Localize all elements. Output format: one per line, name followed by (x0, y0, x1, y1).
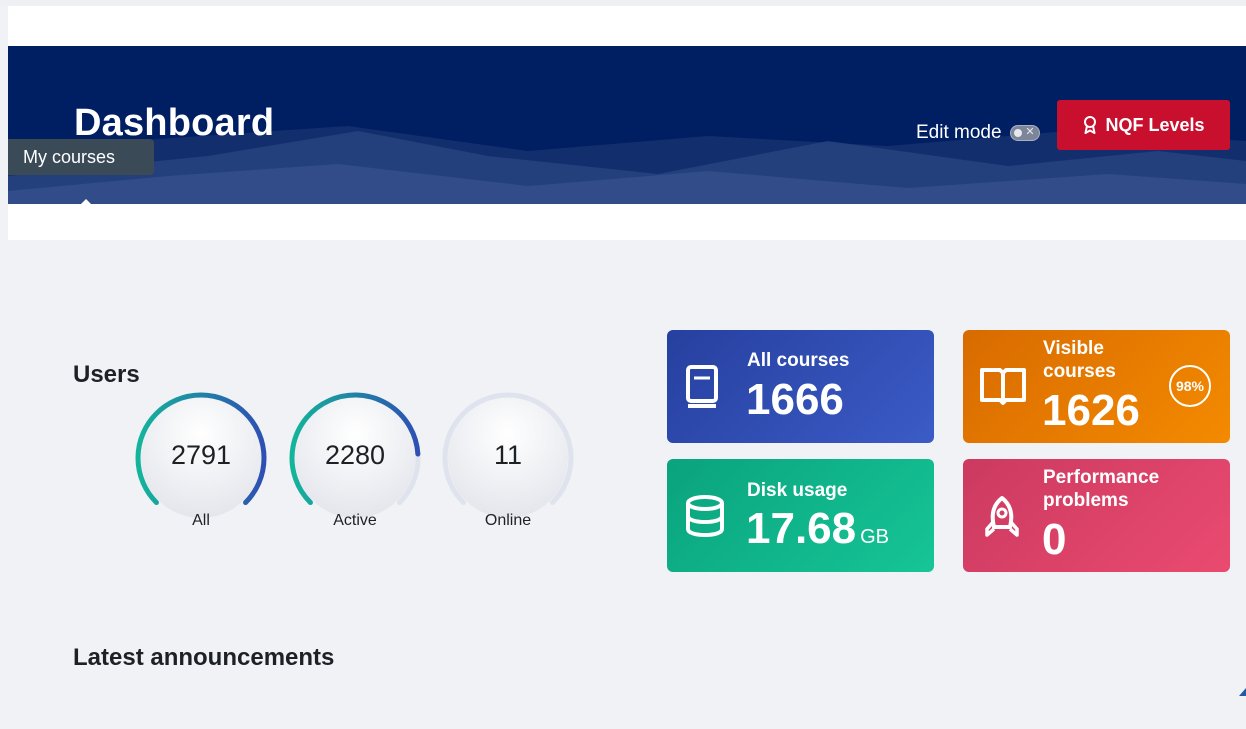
database-icon (686, 495, 724, 537)
toggle-knob (1013, 129, 1022, 137)
users-title: Users (73, 361, 140, 388)
toggle-off-icon: ✕ (1025, 126, 1035, 138)
performance-card[interactable]: Performance problems 0 (963, 459, 1230, 572)
award-icon (1084, 116, 1097, 134)
tooltip-caret-icon (80, 199, 92, 205)
gauge-active: 2280 Active (285, 390, 425, 530)
gauge-value: 2280 (324, 440, 386, 470)
gauge-online: 11 Online (438, 390, 578, 530)
card-unit: GB (860, 526, 890, 548)
my-courses-tooltip: My courses (8, 139, 154, 175)
card-value: 1666 (746, 375, 844, 424)
visible-courses-card[interactable]: Visible courses 1626 98% (963, 330, 1230, 443)
rocket-icon (985, 496, 1019, 537)
nqf-levels-button[interactable]: NQF Levels (1057, 100, 1230, 150)
corner-mark-icon (1239, 688, 1246, 696)
card-value: 0 (1042, 515, 1067, 564)
gauge-label: Online (484, 512, 532, 529)
gauge-value: 2791 (170, 440, 232, 470)
card-label: Performance problems (1043, 467, 1160, 511)
nqf-levels-label: NQF Levels (1105, 114, 1205, 135)
book-icon (686, 365, 718, 408)
header-bottom-band (8, 204, 1246, 240)
latest-announcements-title: Latest announcements (73, 644, 335, 671)
gauge-label: Active (333, 512, 377, 529)
edit-mode-label: Edit mode (916, 122, 1002, 143)
open-book-icon (980, 368, 1026, 405)
card-value: 1626 (1042, 386, 1140, 435)
gauge-label: All (192, 512, 210, 529)
card-label: Visible courses (1043, 338, 1116, 382)
navbar-area (8, 6, 1246, 46)
visible-percent-badge: 98% (1169, 365, 1211, 407)
all-courses-card[interactable]: All courses 1666 (667, 330, 934, 443)
disk-usage-card[interactable]: Disk usage 17.68 GB (667, 459, 934, 572)
card-value: 17.68 (746, 504, 857, 553)
tooltip-text: My courses (23, 146, 116, 167)
edit-mode-toggle[interactable]: ✕ (1009, 125, 1040, 141)
gauge-value: 11 (493, 440, 523, 470)
gauge-all: 2791 All (131, 390, 271, 530)
card-label: All courses (747, 350, 850, 371)
edit-mode-control[interactable]: Edit mode ✕ (916, 122, 1040, 144)
card-value-wrap: 17.68 GB (746, 505, 889, 561)
card-label: Disk usage (747, 480, 848, 501)
page-header: Dashboard Edit mode ✕ NQF Levels (8, 46, 1246, 204)
